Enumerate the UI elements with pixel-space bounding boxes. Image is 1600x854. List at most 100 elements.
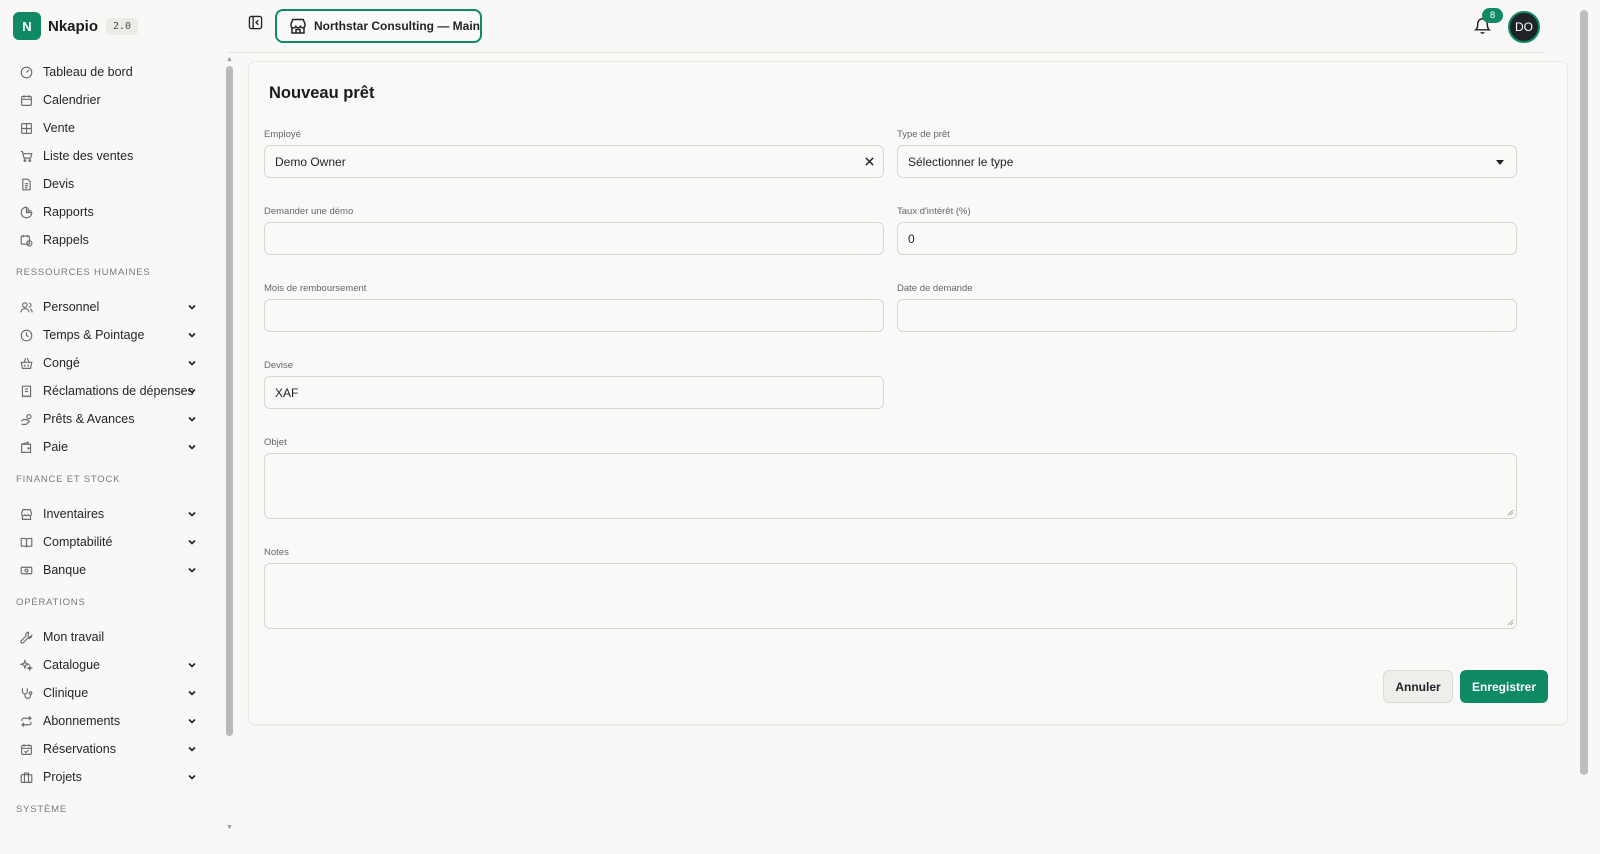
close-icon[interactable]: [864, 156, 875, 167]
main-scrollbar[interactable]: [1580, 10, 1588, 775]
repeat-icon: [20, 715, 33, 728]
version-badge: 2.0: [106, 17, 139, 35]
loan-type-label: Type de prêt: [897, 129, 950, 140]
chevron-down-icon: [187, 302, 197, 312]
resize-handle-icon[interactable]: [1507, 509, 1514, 516]
sidebar-item-conge[interactable]: Congé: [0, 349, 228, 377]
notes-textarea[interactable]: [264, 563, 1517, 629]
sidebar-item-banque[interactable]: Banque: [0, 556, 228, 584]
sidebar-item-label: Rapports: [43, 205, 94, 219]
chevron-down-icon: [187, 744, 197, 754]
cart-icon: [20, 150, 33, 163]
wrench-icon: [20, 631, 33, 644]
sidebar-item-label: Vente: [43, 121, 75, 135]
basket-icon: [20, 357, 33, 370]
sparkles-icon: [20, 658, 33, 672]
sidebar-item-label: Mon travail: [43, 630, 105, 644]
avatar[interactable]: DO: [1508, 11, 1540, 43]
request-demo-input[interactable]: [264, 222, 884, 255]
sidebar-scrollbar[interactable]: [226, 66, 233, 736]
loan-form-card: Nouveau prêt Employé Demo Owner Type de …: [248, 61, 1568, 725]
sidebar: N Nkapio 2.0 Tableau de bord Calendrier …: [0, 0, 228, 854]
document-icon: [20, 178, 33, 191]
chevron-down-icon: [187, 509, 197, 519]
sidebar-item-label: Congé: [43, 356, 80, 370]
interest-rate-input[interactable]: 0: [897, 222, 1517, 255]
wallet-icon: [20, 440, 33, 454]
sidebar-item-label: Clinique: [43, 686, 89, 700]
pie-chart-icon: [20, 206, 33, 219]
store-icon: [20, 508, 33, 521]
stethoscope-icon: [20, 687, 33, 700]
sidebar-item-catalogue[interactable]: Catalogue: [0, 651, 228, 679]
interest-rate-label: Taux d'intérêt (%): [897, 206, 971, 217]
request-date-input[interactable]: [897, 299, 1517, 332]
loan-type-value: Sélectionner le type: [908, 154, 1014, 169]
sidebar-item-vente[interactable]: Vente: [0, 114, 228, 142]
sidebar-item-calendrier[interactable]: Calendrier: [0, 86, 228, 114]
calendar-check-icon: [20, 743, 33, 756]
sidebar-item-reclamations[interactable]: Réclamations de dépenses: [0, 377, 228, 405]
sidebar-item-comptabilite[interactable]: Comptabilité: [0, 528, 228, 556]
sidebar-item-label: Devis: [43, 177, 75, 191]
calendar-icon: [20, 94, 33, 107]
sidebar-item-paie[interactable]: Paie: [0, 433, 228, 461]
save-button[interactable]: Enregistrer: [1460, 670, 1548, 703]
brand-logo: N: [13, 12, 41, 40]
chevron-down-icon: [187, 716, 197, 726]
employee-select[interactable]: Demo Owner: [264, 145, 884, 178]
topbar: Northstar Consulting — Main 8 DO: [228, 0, 1544, 53]
sidebar-item-mon-travail[interactable]: Mon travail: [0, 623, 228, 651]
section-title-finance: FINANCE ET STOCK: [16, 474, 121, 485]
section-title-operations: OPÉRATIONS: [16, 597, 86, 608]
cancel-button[interactable]: Annuler: [1383, 670, 1453, 703]
sidebar-item-label: Personnel: [43, 300, 100, 314]
sidebar-item-rapports[interactable]: Rapports: [0, 198, 228, 226]
currency-input[interactable]: XAF: [264, 376, 884, 409]
sidebar-scroll-up-arrow[interactable]: ▲: [226, 56, 233, 63]
chevron-down-icon: [187, 414, 197, 424]
loan-type-select[interactable]: Sélectionner le type: [897, 145, 1517, 178]
sidebar-item-prets-avances[interactable]: Prêts & Avances: [0, 405, 228, 433]
currency-label: Devise: [264, 360, 294, 371]
banknote-icon: [20, 564, 33, 577]
employee-value: Demo Owner: [275, 154, 346, 169]
sidebar-item-label: Banque: [43, 563, 87, 577]
sidebar-item-label: Réclamations de dépenses: [43, 384, 194, 398]
page-title: Nouveau prêt: [269, 84, 375, 102]
sidebar-item-label: Abonnements: [43, 714, 121, 728]
sidebar-item-rappels[interactable]: Rappels: [0, 226, 228, 254]
repayment-months-label: Mois de remboursement: [264, 283, 367, 294]
purpose-textarea[interactable]: [264, 453, 1517, 519]
sidebar-toggle-icon[interactable]: [248, 15, 263, 30]
repayment-months-input[interactable]: [264, 299, 884, 332]
chevron-down-icon: [187, 330, 197, 340]
clock-icon: [20, 329, 33, 342]
resize-handle-icon[interactable]: [1507, 619, 1514, 626]
employee-label: Employé: [264, 129, 301, 140]
sidebar-item-reservations[interactable]: Réservations: [0, 735, 228, 763]
sidebar-item-personnel[interactable]: Personnel: [0, 293, 228, 321]
sidebar-item-liste-des-ventes[interactable]: Liste des ventes: [0, 142, 228, 170]
sidebar-item-projets[interactable]: Projets: [0, 763, 228, 791]
sidebar-item-label: Tableau de bord: [43, 65, 133, 79]
sidebar-item-inventaires[interactable]: Inventaires: [0, 500, 228, 528]
sidebar-item-abonnements[interactable]: Abonnements: [0, 707, 228, 735]
chevron-down-icon: [187, 442, 197, 452]
receipt-icon: [20, 385, 33, 398]
brand[interactable]: N Nkapio 2.0: [13, 12, 139, 40]
notification-count-badge: 8: [1482, 8, 1503, 23]
store-selector-label: Northstar Consulting — Main: [314, 19, 480, 33]
sidebar-scroll-down-arrow[interactable]: ▼: [226, 824, 233, 831]
chevron-down-icon: [187, 565, 197, 575]
sidebar-item-label: Comptabilité: [43, 535, 113, 549]
sidebar-item-label: Rappels: [43, 233, 89, 247]
sidebar-item-temps-pointage[interactable]: Temps & Pointage: [0, 321, 228, 349]
grid-icon: [20, 122, 33, 135]
sidebar-item-devis[interactable]: Devis: [0, 170, 228, 198]
sidebar-item-clinique[interactable]: Clinique: [0, 679, 228, 707]
store-selector-button[interactable]: Northstar Consulting — Main: [275, 9, 482, 43]
chevron-down-icon: [187, 660, 197, 670]
sidebar-item-label: Inventaires: [43, 507, 105, 521]
sidebar-item-tableau-de-bord[interactable]: Tableau de bord: [0, 58, 228, 86]
